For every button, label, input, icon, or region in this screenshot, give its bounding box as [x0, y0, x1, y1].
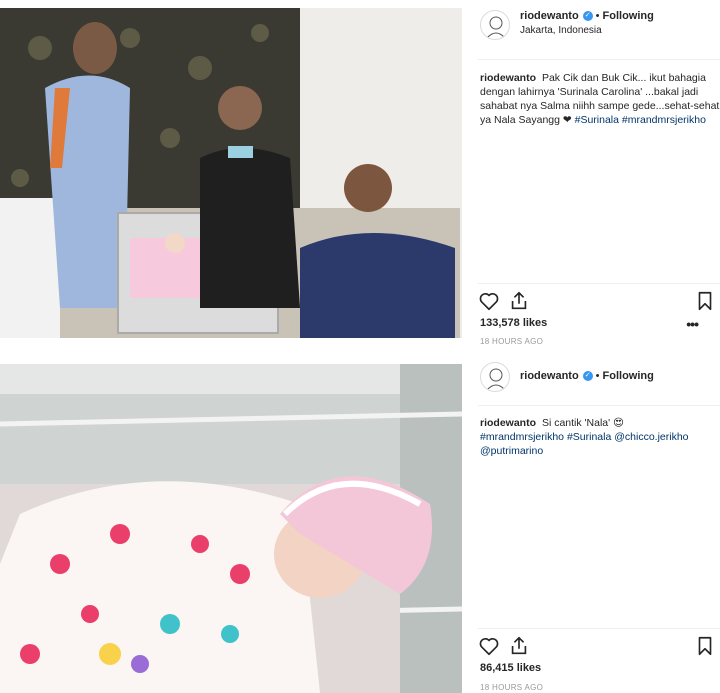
location-link[interactable]: Jakarta, Indonesia [520, 25, 654, 36]
username-link[interactable]: riodewanto [520, 370, 579, 382]
divider [478, 405, 720, 406]
verified-badge-icon: ✓ [582, 371, 593, 381]
divider [478, 283, 720, 284]
following-button[interactable]: Following [603, 370, 654, 382]
username-link[interactable]: riodewanto [520, 10, 579, 22]
post-caption: riodewanto Pak Cik dan Buk Cik... ikut b… [480, 71, 720, 127]
post-header: riodewanto ✓ • Following Jakarta, Indone… [468, 0, 720, 42]
newborn-bassinet-photo [0, 364, 462, 693]
action-bar [478, 635, 712, 659]
heart-icon[interactable] [478, 635, 500, 657]
divider [478, 59, 720, 60]
post-header: riodewanto ✓ • Following [468, 350, 720, 392]
share-icon[interactable] [508, 635, 530, 657]
hashtag-link[interactable]: #mrandmrsjerikho [480, 431, 564, 443]
heart-icon[interactable] [478, 290, 500, 312]
bookmark-icon[interactable] [694, 290, 716, 312]
avatar[interactable] [480, 362, 510, 392]
hashtag-link[interactable]: #Surinala [575, 114, 619, 126]
bookmark-icon[interactable] [694, 635, 716, 657]
avatar[interactable] [480, 10, 510, 40]
caption-username[interactable]: riodewanto [480, 72, 536, 84]
post-1-photo[interactable] [0, 8, 462, 338]
post-1: riodewanto ✓ • Following Jakarta, Indone… [0, 0, 720, 350]
hospital-room-photo [0, 8, 462, 338]
caption-username[interactable]: riodewanto [480, 417, 536, 429]
separator-dot: • [595, 10, 600, 22]
verified-badge-icon: ✓ [582, 11, 593, 21]
post-1-panel: riodewanto ✓ • Following Jakarta, Indone… [468, 0, 720, 346]
post-timestamp[interactable]: 18 HOURS AGO [480, 337, 543, 346]
mention-link[interactable]: @chicco.jerikho [614, 431, 688, 443]
post-2: riodewanto ✓ • Following riodewanto Si c… [0, 350, 720, 693]
post-2-photo[interactable] [0, 364, 462, 693]
likes-count[interactable]: 86,415 likes [480, 662, 541, 674]
likes-count[interactable]: 133,578 likes [480, 317, 547, 329]
separator-dot: • [595, 370, 600, 382]
action-bar [478, 290, 712, 314]
share-icon[interactable] [508, 290, 530, 312]
mention-link[interactable]: @putrimarino [480, 445, 543, 457]
post-caption: riodewanto Si cantik 'Nala' 😍 #mrandmrsj… [480, 416, 720, 458]
following-button[interactable]: Following [603, 10, 654, 22]
divider [478, 628, 720, 629]
caption-text: Si cantik 'Nala' 😍 [541, 417, 625, 429]
hashtag-link[interactable]: #Surinala [567, 431, 611, 443]
more-options-icon[interactable]: ••• [686, 316, 699, 332]
post-timestamp[interactable]: 18 HOURS AGO [480, 683, 543, 692]
post-2-panel: riodewanto ✓ • Following riodewanto Si c… [468, 350, 720, 692]
hashtag-link[interactable]: #mrandmrsjerikho [622, 114, 706, 126]
